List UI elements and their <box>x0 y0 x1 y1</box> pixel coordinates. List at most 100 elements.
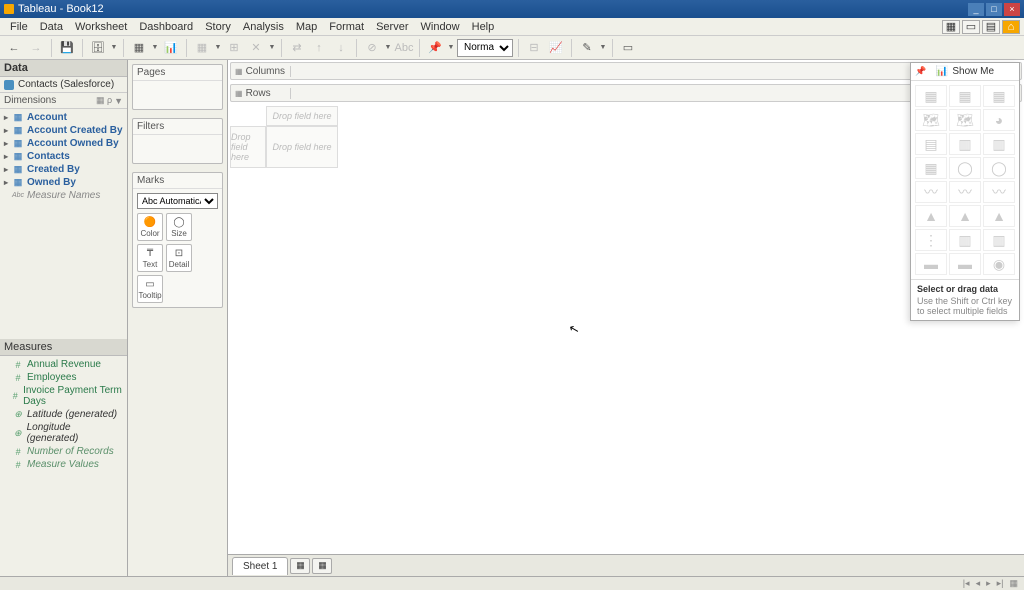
viz-area-cont[interactable]: ▲ <box>915 205 947 227</box>
group-dropdown-icon[interactable]: ▼ <box>384 44 392 51</box>
menu-story[interactable]: Story <box>199 19 237 35</box>
show-summary-icon[interactable]: ▤ <box>982 20 1000 34</box>
viz-symbol-map[interactable]: 🗺 <box>915 109 947 131</box>
viz-filled-map[interactable]: 🗺 <box>949 109 981 131</box>
marks-tooltip-button[interactable]: ▭Tooltip <box>137 275 163 303</box>
group-button[interactable]: ⊘ <box>362 38 382 58</box>
columns-shelf[interactable]: Columns <box>230 62 1022 80</box>
nav-first-icon[interactable]: |◂ <box>963 578 970 589</box>
highlight-dropdown-icon[interactable]: ▼ <box>599 44 607 51</box>
find-field-icon[interactable]: ▦ ρ <box>96 95 112 106</box>
viz-side-bar[interactable]: ▥ <box>983 133 1015 155</box>
datasource-dropdown-icon[interactable]: ▼ <box>110 44 118 51</box>
viz-bullet[interactable]: ▬ <box>949 253 981 275</box>
filters-card[interactable]: Filters <box>132 118 223 164</box>
viz-histogram[interactable]: ▥ <box>949 229 981 251</box>
run-update-button[interactable]: 📊 <box>161 38 181 58</box>
viz-packed-bubble[interactable]: ◉ <box>983 253 1015 275</box>
marks-color-button[interactable]: 🟠Color <box>137 213 163 241</box>
labels-button[interactable]: Abc <box>394 38 414 58</box>
auto-update-button[interactable]: ▦ <box>129 38 149 58</box>
dimension-measure-names[interactable]: Measure Names <box>0 189 127 202</box>
sheet-tab-1[interactable]: Sheet 1 <box>232 557 288 575</box>
drop-zone[interactable]: Drop field here Drop field here Drop fie… <box>230 106 1022 168</box>
swap-button[interactable]: ⇄ <box>287 38 307 58</box>
home-icon[interactable]: ⌂ <box>1002 20 1020 34</box>
viz-highlight-table[interactable]: ▦ <box>983 85 1015 107</box>
new-worksheet-tab[interactable]: ▦ <box>290 558 310 574</box>
dimension-account[interactable]: ▸Account <box>0 111 127 124</box>
forward-button[interactable]: → <box>26 38 46 58</box>
show-start-icon[interactable]: ▦ <box>942 20 960 34</box>
drop-field-body[interactable]: Drop field here <box>266 126 338 168</box>
measure-number-of-records[interactable]: Number of Records <box>0 445 127 458</box>
fit-select[interactable]: Normal <box>457 39 513 57</box>
marks-type-select[interactable]: Abc AutomaticAutomatic <box>137 193 218 209</box>
sort-desc-button[interactable]: ↓ <box>331 38 351 58</box>
dimension-account-owned-by[interactable]: ▸Account Owned By <box>0 137 127 150</box>
back-button[interactable]: ← <box>4 38 24 58</box>
viz-pie[interactable]: ◕ <box>983 109 1015 131</box>
viz-line-cont[interactable]: 〰 <box>915 181 947 203</box>
pin-dropdown-icon[interactable]: ▼ <box>447 44 455 51</box>
pages-card[interactable]: Pages <box>132 64 223 110</box>
viz-scatter[interactable]: ⋮ <box>915 229 947 251</box>
drop-field-row-header[interactable]: Drop field here <box>230 126 266 168</box>
new-datasource-button[interactable]: 🗄 <box>88 38 108 58</box>
viz-heat-map[interactable]: ▦ <box>949 85 981 107</box>
presentation-button[interactable]: ▭ <box>618 38 638 58</box>
measure-annual-revenue[interactable]: Annual Revenue <box>0 358 127 371</box>
marks-detail-button[interactable]: ⊡Detail <box>166 244 192 272</box>
duplicate-button[interactable]: ⊞ <box>224 38 244 58</box>
sort-asc-button[interactable]: ↑ <box>309 38 329 58</box>
nav-next-icon[interactable]: ▸ <box>986 578 991 589</box>
menu-analysis[interactable]: Analysis <box>237 19 290 35</box>
show-tabs-icon[interactable]: ▦ <box>1009 578 1018 589</box>
viz-stacked-bar[interactable]: ▥ <box>949 133 981 155</box>
dimension-account-created-by[interactable]: ▸Account Created By <box>0 124 127 137</box>
viz-box[interactable]: ▥ <box>983 229 1015 251</box>
menu-server[interactable]: Server <box>370 19 414 35</box>
measure-latitude[interactable]: Latitude (generated) <box>0 408 127 421</box>
menu-format[interactable]: Format <box>323 19 370 35</box>
viz-dual-line[interactable]: 〰 <box>983 181 1015 203</box>
highlight-button[interactable]: ✎ <box>577 38 597 58</box>
measure-longitude[interactable]: Longitude (generated) <box>0 421 127 445</box>
measure-measure-values[interactable]: Measure Values <box>0 458 127 471</box>
clear-dropdown-icon[interactable]: ▼ <box>268 44 276 51</box>
dimension-contacts[interactable]: ▸Contacts <box>0 150 127 163</box>
show-caption-icon[interactable]: ▭ <box>962 20 980 34</box>
menu-window[interactable]: Window <box>415 19 466 35</box>
viz-line-disc[interactable]: 〰 <box>949 181 981 203</box>
fix-axes-button[interactable]: ⊟ <box>524 38 544 58</box>
viz-dual-combo[interactable]: ▲ <box>983 205 1015 227</box>
viz-text-table[interactable]: ▦ <box>915 85 947 107</box>
viz-gantt[interactable]: ▬ <box>915 253 947 275</box>
viz-treemap[interactable]: ▦ <box>915 157 947 179</box>
menu-map[interactable]: Map <box>290 19 323 35</box>
clear-button[interactable]: ✕ <box>246 38 266 58</box>
viz-side-circle[interactable]: ◯ <box>983 157 1015 179</box>
save-button[interactable]: 💾 <box>57 38 77 58</box>
dimension-owned-by[interactable]: ▸Owned By <box>0 176 127 189</box>
pin-icon[interactable]: 📌 <box>915 66 926 77</box>
menu-help[interactable]: Help <box>466 19 501 35</box>
dimensions-menu-icon[interactable]: ▼ <box>114 96 123 106</box>
menu-file[interactable]: File <box>4 19 34 35</box>
minimize-button[interactable]: _ <box>968 3 984 16</box>
maximize-button[interactable]: □ <box>986 3 1002 16</box>
new-dashboard-tab[interactable]: ▦ <box>312 558 332 574</box>
viz-area-disc[interactable]: ▲ <box>949 205 981 227</box>
rows-shelf[interactable]: Rows <box>230 84 1022 102</box>
menu-data[interactable]: Data <box>34 19 69 35</box>
marks-size-button[interactable]: ◯Size <box>166 213 192 241</box>
close-button[interactable]: × <box>1004 3 1020 16</box>
show-me-header[interactable]: 📌 📊 Show Me <box>911 63 1019 81</box>
new-worksheet-button[interactable]: ▦ <box>192 38 212 58</box>
autoupdate-dropdown-icon[interactable]: ▼ <box>151 44 159 51</box>
drop-field-col-header[interactable]: Drop field here <box>266 106 338 126</box>
menu-dashboard[interactable]: Dashboard <box>133 19 199 35</box>
menu-worksheet[interactable]: Worksheet <box>69 19 133 35</box>
measure-employees[interactable]: Employees <box>0 371 127 384</box>
measure-invoice-payment-term-days[interactable]: Invoice Payment Term Days <box>0 384 127 408</box>
